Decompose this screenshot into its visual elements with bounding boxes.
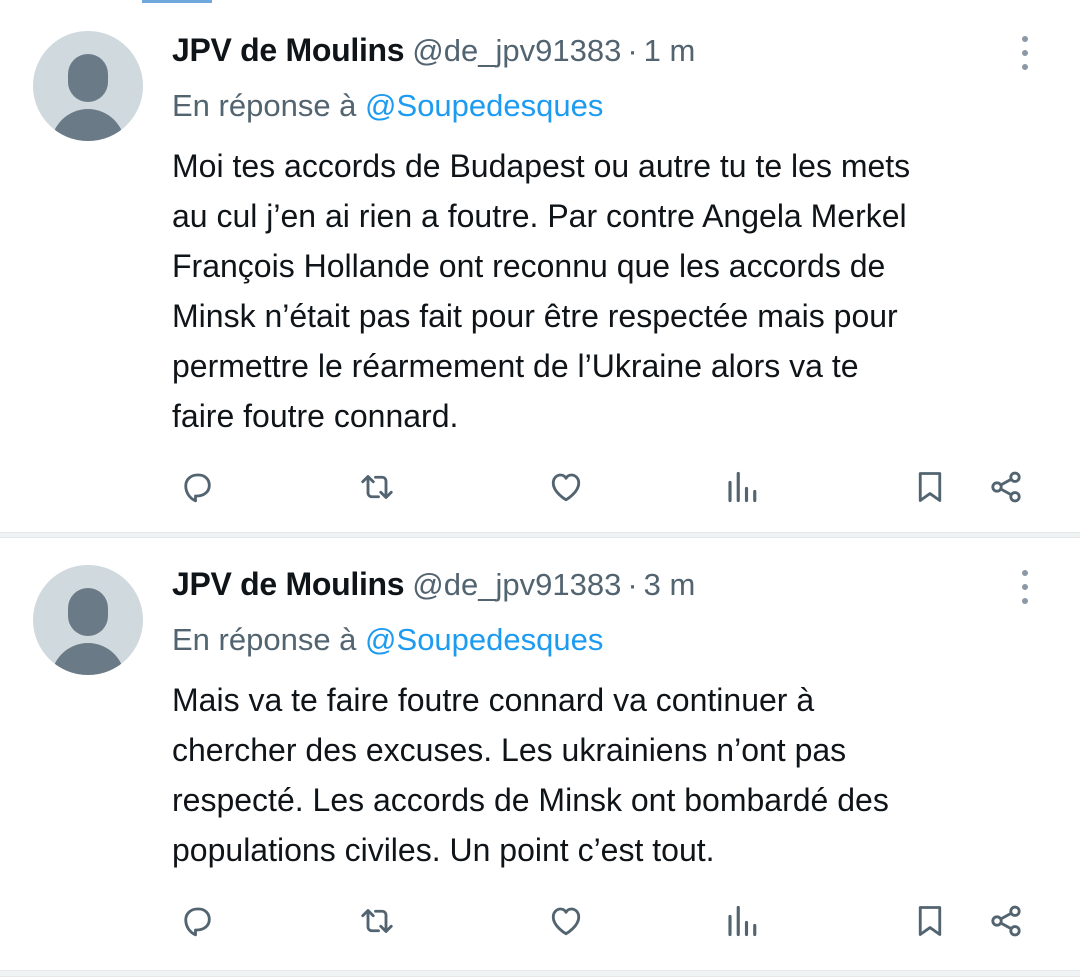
- reply-button[interactable]: [177, 467, 217, 507]
- reply-mention-link[interactable]: @Soupedesques: [365, 88, 603, 123]
- user-handle[interactable]: @de_jpv91383: [412, 33, 621, 68]
- reply-context: En réponse à @Soupedesques: [172, 84, 603, 128]
- share-icon: [991, 905, 1021, 937]
- share-icon: [991, 471, 1021, 503]
- display-name[interactable]: JPV de Moulins: [172, 566, 405, 602]
- tweet-header: JPV de Moulins @de_jpv91383 · 3 m: [172, 562, 695, 606]
- tweet-text: Mais va te faire foutre connard va conti…: [172, 682, 889, 868]
- views-icon: [728, 905, 757, 937]
- more-vertical-icon[interactable]: [1014, 33, 1036, 73]
- retweet-button[interactable]: [357, 467, 397, 507]
- avatar-head: [68, 588, 108, 636]
- separator: ·: [627, 33, 638, 68]
- views-button[interactable]: [722, 467, 762, 507]
- reply-icon: [184, 907, 211, 937]
- heart-icon: [551, 907, 581, 936]
- user-handle[interactable]: @de_jpv91383: [412, 567, 621, 602]
- share-button[interactable]: [986, 467, 1026, 507]
- bookmark-icon: [918, 472, 942, 502]
- tweet-divider: [0, 970, 1080, 977]
- retweet-button[interactable]: [357, 901, 397, 941]
- tweet[interactable]: JPV de Moulins @de_jpv91383 · 3 m En répons…: [0, 538, 1080, 970]
- reply-button[interactable]: [177, 901, 217, 941]
- bookmark-icon: [918, 906, 942, 936]
- reply-mention-link[interactable]: @Soupedesques: [365, 622, 603, 657]
- views-icon: [728, 471, 757, 503]
- reply-prefix: En réponse à: [172, 88, 357, 123]
- more-vertical-icon[interactable]: [1014, 567, 1036, 607]
- retweet-icon: [361, 909, 393, 933]
- avatar-head: [68, 54, 108, 102]
- views-button[interactable]: [722, 901, 762, 941]
- separator: ·: [627, 567, 638, 602]
- like-button[interactable]: [546, 901, 586, 941]
- reply-prefix: En réponse à: [172, 622, 357, 657]
- heart-icon: [551, 473, 581, 502]
- avatar-body: [51, 109, 125, 141]
- timestamp[interactable]: 1 m: [644, 33, 696, 68]
- retweet-icon: [361, 475, 393, 499]
- display-name[interactable]: JPV de Moulins: [172, 32, 405, 68]
- like-button[interactable]: [546, 467, 586, 507]
- action-bar: [0, 461, 1080, 511]
- share-button[interactable]: [986, 901, 1026, 941]
- action-bar: [0, 895, 1080, 945]
- reply-icon: [184, 473, 211, 503]
- reply-context: En réponse à @Soupedesques: [172, 618, 603, 662]
- tweet-text: Moi tes accords de Budapest ou autre tu …: [172, 148, 911, 434]
- tweet-header: JPV de Moulins @de_jpv91383 · 1 m: [172, 28, 695, 72]
- bookmark-button[interactable]: [910, 467, 950, 507]
- avatar[interactable]: [33, 565, 143, 675]
- avatar-body: [51, 643, 125, 675]
- tweet[interactable]: JPV de Moulins @de_jpv91383 · 1 m En répons…: [0, 0, 1080, 532]
- timestamp[interactable]: 3 m: [644, 567, 696, 602]
- avatar[interactable]: [33, 31, 143, 141]
- bookmark-button[interactable]: [910, 901, 950, 941]
